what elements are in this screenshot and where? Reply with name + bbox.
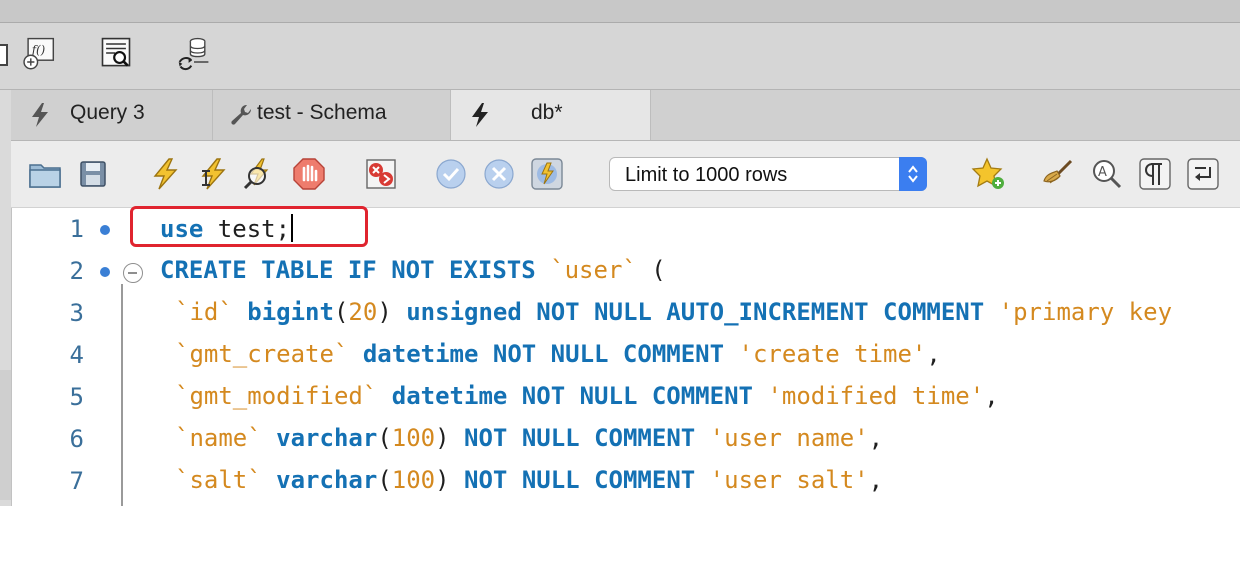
- wrench-icon: [230, 104, 254, 134]
- keyword: NOT NULL COMMENT: [464, 424, 696, 452]
- execute-icon[interactable]: [147, 156, 183, 192]
- tab-test-schema[interactable]: test - Schema: [213, 90, 451, 140]
- tab-label: test - Schema: [257, 101, 387, 124]
- code-plain: ): [435, 424, 450, 452]
- keyword: datetime NOT NULL COMMENT: [362, 340, 725, 368]
- stop-on-error-icon[interactable]: [363, 156, 399, 192]
- statement-marker: [100, 225, 110, 235]
- limit-rows-select[interactable]: Limit to 1000 rows: [609, 157, 927, 191]
- keyword: datetime NOT NULL COMMENT: [391, 382, 753, 410]
- code-text: `id` bigint(20) unsigned NOT NULL AUTO_I…: [175, 298, 1172, 326]
- editor-line: 2 CREATE TABLE IF NOT EXISTS `user` (: [12, 250, 1240, 292]
- add-snippet-icon[interactable]: [971, 156, 1007, 192]
- sql-editor[interactable]: 1 use test; 2 CREATE TABLE IF NOT EXISTS…: [12, 208, 1240, 506]
- svg-text:A: A: [1098, 165, 1107, 180]
- tab-label: Query 3: [70, 101, 145, 124]
- number-literal: 20: [348, 298, 378, 326]
- create-function-icon[interactable]: f(): [20, 35, 56, 71]
- database-reconnect-icon[interactable]: [176, 35, 212, 71]
- wrap-lines-icon[interactable]: [1185, 156, 1221, 192]
- execute-current-icon[interactable]: [195, 156, 231, 192]
- code-plain: (: [377, 424, 392, 452]
- inspect-table-icon[interactable]: [98, 35, 134, 71]
- string-literal: 'primary key: [998, 298, 1173, 326]
- code-plain: ,: [868, 466, 884, 494]
- line-number: 3: [69, 299, 84, 327]
- tab-db[interactable]: db*: [451, 90, 651, 140]
- keyword: NOT NULL COMMENT: [464, 466, 696, 494]
- open-folder-icon[interactable]: [27, 156, 63, 192]
- line-number: 2: [69, 257, 84, 285]
- string-literal: 'user name': [709, 424, 869, 452]
- query-toolbar: Limit to 1000 rows A: [11, 141, 1240, 208]
- fold-toggle-icon[interactable]: [123, 263, 143, 283]
- code-plain: (: [636, 256, 666, 284]
- editor-line: 7 `salt` varchar(100) NOT NULL COMMENT '…: [12, 460, 1240, 502]
- identifier: `gmt_create`: [175, 340, 349, 368]
- keyword: bigint: [247, 298, 334, 326]
- editor-line: 4 `gmt_create` datetime NOT NULL COMMENT…: [12, 334, 1240, 376]
- explain-icon[interactable]: [241, 156, 277, 192]
- tab-label: db*: [531, 101, 563, 124]
- select-stepper-icon: [899, 157, 927, 191]
- code-text: `name` varchar(100) NOT NULL COMMENT 'us…: [175, 424, 883, 452]
- keyword: CREATE TABLE IF NOT EXISTS: [160, 256, 536, 284]
- line-number: 5: [69, 383, 84, 411]
- code-text: `gmt_modified` datetime NOT NULL COMMENT…: [175, 382, 999, 410]
- svg-text:f(): f(): [31, 43, 46, 57]
- editor-line: 5 `gmt_modified` datetime NOT NULL COMME…: [12, 376, 1240, 418]
- code-plain: ,: [926, 340, 941, 368]
- lightning-icon: [29, 102, 51, 134]
- window-title-strip: [0, 0, 1240, 23]
- string-literal: 'user salt': [709, 466, 869, 494]
- string-literal: 'create time': [738, 340, 927, 368]
- beautify-icon[interactable]: [1041, 156, 1077, 192]
- string-literal: 'modified time': [767, 382, 985, 410]
- tab-query-3[interactable]: Query 3: [11, 90, 213, 140]
- line-number: 4: [69, 341, 84, 369]
- editor-line: 6 `name` varchar(100) NOT NULL COMMENT '…: [12, 418, 1240, 460]
- line-number: 6: [69, 425, 84, 453]
- fold-guide-line: [121, 284, 123, 506]
- line-number: 1: [69, 215, 84, 243]
- limit-rows-value: Limit to 1000 rows: [625, 164, 788, 186]
- editor-line: 3 `id` bigint(20) unsigned NOT NULL AUTO…: [12, 292, 1240, 334]
- code-text: CREATE TABLE IF NOT EXISTS `user` (: [160, 256, 666, 284]
- identifier: `name`: [175, 424, 262, 452]
- identifier: `gmt_modified`: [175, 382, 378, 410]
- keyword: unsigned NOT NULL AUTO_INCREMENT COMMENT: [406, 298, 985, 326]
- keyword: varchar: [276, 424, 378, 452]
- code-plain: ,: [984, 382, 999, 410]
- keyword: varchar: [276, 466, 378, 494]
- identifier: `id`: [175, 298, 233, 326]
- number-literal: 100: [391, 466, 436, 494]
- find-icon[interactable]: A: [1089, 156, 1125, 192]
- save-icon[interactable]: [75, 156, 111, 192]
- code-plain: (: [333, 298, 349, 326]
- autocommit-toggle-icon[interactable]: [529, 156, 565, 192]
- code-text: `gmt_create` datetime NOT NULL COMMENT '…: [175, 340, 941, 368]
- identifier: `salt`: [175, 466, 262, 494]
- number-literal: 100: [391, 424, 436, 452]
- identifier: `user`: [550, 256, 637, 284]
- main-toolbar: f(): [0, 23, 1240, 90]
- code-plain: ): [435, 466, 450, 494]
- annotation-highlight-box: [130, 206, 368, 247]
- code-plain: (: [377, 466, 392, 494]
- sidebar-selection: [0, 370, 11, 500]
- commit-icon[interactable]: [433, 156, 469, 192]
- invisible-chars-icon[interactable]: [1137, 156, 1173, 192]
- code-text: `salt` varchar(100) NOT NULL COMMENT 'us…: [175, 466, 883, 494]
- sql-file-icon[interactable]: [0, 37, 14, 73]
- code-plain: ,: [868, 424, 884, 452]
- stop-icon[interactable]: [291, 156, 327, 192]
- tab-bar: Query 3 test - Schema db*: [11, 90, 1240, 141]
- line-number: 7: [69, 467, 84, 495]
- rollback-icon[interactable]: [481, 156, 517, 192]
- lightning-icon: [469, 102, 491, 134]
- statement-marker: [100, 267, 110, 277]
- code-plain: ): [377, 298, 392, 326]
